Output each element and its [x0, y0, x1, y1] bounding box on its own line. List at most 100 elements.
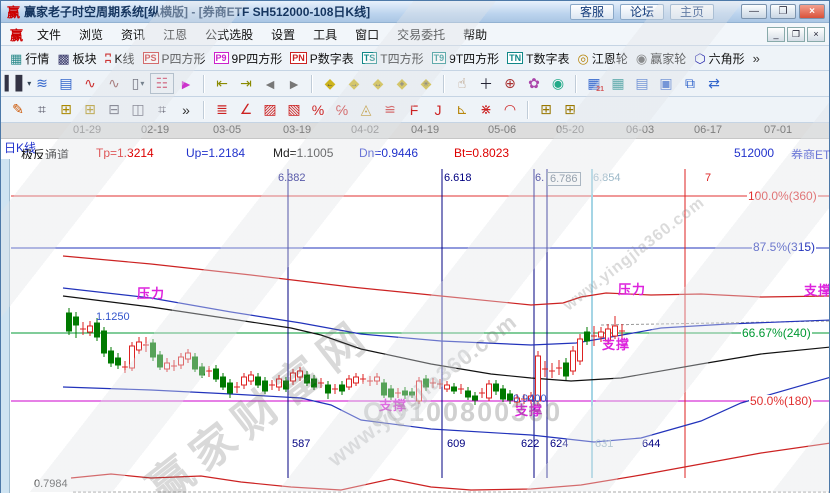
expand-right-diamond-button[interactable]: ◆→ [342, 73, 366, 94]
special-chart-button[interactable]: ☷ [150, 73, 174, 94]
gann-grid1-button[interactable]: ⌗ [30, 99, 54, 120]
f10-report-button[interactable]: ▤ [54, 73, 78, 94]
9t-square-button[interactable]: T99T四方形 [428, 48, 504, 69]
prev-period-button[interactable]: ◄ [258, 73, 282, 94]
9p-square-button[interactable]: P99P四方形 [210, 48, 287, 69]
menu-news[interactable]: 资讯 [112, 23, 154, 46]
switch-view-button[interactable]: ⇄ [702, 73, 726, 94]
wave-chart-button[interactable]: ≋ [30, 73, 54, 94]
fan-lines-button[interactable]: ∠ [234, 99, 258, 120]
j-angle-button[interactable]: J [426, 99, 450, 120]
gann-percent-label: 87.5%(315) [752, 241, 816, 253]
hexagon-button[interactable]: ⬡六角形 [690, 48, 748, 69]
crosshair-button[interactable]: ＋ [474, 73, 498, 94]
t-number-table-button[interactable]: TNT数字表 [503, 48, 573, 69]
mdi-restore-button[interactable]: ❐ [787, 27, 805, 42]
draw-pen-button[interactable]: ✎ [6, 99, 30, 120]
grid-a-button[interactable]: ⊞ [534, 99, 558, 120]
candle [269, 380, 275, 390]
channel-top-red [63, 256, 829, 305]
candle [263, 377, 268, 394]
indicator-row: 日K线 极反通道 Tp=1.3214Up=1.2184Md=1.1005Dn=0… [1, 139, 829, 159]
first-page-button[interactable]: ⇤ [210, 73, 234, 94]
winner-wheel-button[interactable]: ◉赢家轮 [632, 48, 690, 69]
data-list-button[interactable]: ▤ [630, 73, 654, 94]
p-number-table-button[interactable]: PNP数字表 [286, 48, 358, 69]
cascade-windows-button[interactable]: ⧉ [678, 73, 702, 94]
resistance-lines-button[interactable]: ≣ [210, 99, 234, 120]
toolbar3-more-button[interactable]: » [174, 99, 198, 120]
price-channel-button[interactable]: ≌ [378, 99, 402, 120]
menu-help[interactable]: 帮助 [454, 23, 496, 46]
gold-angle-button[interactable]: ⊾ [450, 99, 474, 120]
magnifier-button[interactable]: ⊕ [498, 73, 522, 94]
t-square-button[interactable]: TST四方形 [358, 48, 428, 69]
arc-lines-button[interactable]: ◠ [498, 99, 522, 120]
toolbar1-more-button[interactable]: » [749, 50, 764, 67]
gann-grid2-button[interactable]: ⊞ [54, 99, 78, 120]
menu-file[interactable]: 文件 [28, 23, 70, 46]
kline-chart-canvas[interactable]: 100.0%(360)87.5%(315)66.67%(240)50.0%(18… [1, 159, 829, 493]
candle [360, 374, 366, 384]
sectors-button[interactable]: ▩板块 [53, 48, 100, 69]
gann-grid4-button[interactable]: ⊟ [102, 99, 126, 120]
candle [571, 346, 576, 375]
zoom-reset-diamond-button[interactable]: ◆✳ [414, 73, 438, 94]
date-tick: 01-29 [73, 124, 101, 136]
last-page-button[interactable]: ⇥ [234, 73, 258, 94]
mdi-close-button[interactable]: × [807, 27, 825, 42]
percent2-lines-button[interactable]: ℅ [330, 99, 354, 120]
candle [171, 360, 177, 371]
minimize-button[interactable]: — [741, 4, 767, 19]
candle [298, 367, 303, 381]
percent-lines-button[interactable]: % [306, 99, 330, 120]
kline-button[interactable]: ʭK线 [101, 48, 139, 69]
flower-marker-button[interactable]: ✿ [522, 73, 546, 94]
drag-hand-button[interactable]: ☝ [450, 73, 474, 94]
symbol-code: 512000 [734, 146, 774, 160]
menu-browse[interactable]: 浏览 [70, 23, 112, 46]
trend-line-chart-button[interactable]: ∿ [78, 73, 102, 94]
grid-b-button[interactable]: ⊞ [558, 99, 582, 120]
p-square-button[interactable]: PSP四方形 [139, 48, 210, 69]
gann-grid3-button[interactable]: ⊞ [78, 99, 102, 120]
gann-wheel-button[interactable]: ◎江恩轮 [574, 48, 632, 69]
quotes-button[interactable]: ▦行情 [6, 48, 53, 69]
date-tick: 04-19 [411, 124, 439, 136]
price-label: 0.9400 [513, 393, 547, 405]
next-period-button[interactable]: ► [282, 73, 306, 94]
mdi-minimize-button[interactable]: _ [767, 27, 785, 42]
menu-formula-select[interactable]: 公式选股 [196, 23, 262, 46]
gann-box-button[interactable]: ▧ [282, 99, 306, 120]
gann-shade-button[interactable]: ▨ [258, 99, 282, 120]
indicator-value: Dn=0.9446 [359, 146, 418, 160]
close-button[interactable]: × [799, 4, 825, 19]
homepage-button[interactable]: 主页 [670, 4, 714, 20]
customer-service-button[interactable]: 客服 [570, 4, 614, 20]
menu-gann[interactable]: 江恩 [154, 23, 196, 46]
speed-lines-button[interactable]: ⋇ [474, 99, 498, 120]
trend-line-chart2-button[interactable]: ∿ [102, 73, 126, 94]
expand-both-diamond-button[interactable]: ◆↔ [366, 73, 390, 94]
kline-style-button[interactable]: ▍▋▾ [6, 73, 30, 94]
restore-button[interactable]: ❐ [770, 4, 796, 19]
calculator-button[interactable]: ▦ [606, 73, 630, 94]
golden-section-button[interactable]: ◬ [354, 99, 378, 120]
colored-arrows-button[interactable]: ► [174, 73, 198, 94]
zoom-in-diamond-button[interactable]: ◆+ [390, 73, 414, 94]
toolbar-drawing: ✎⌗⊞⊞⊟◫⌗»≣∠▨▧%℅◬≌FJ⊾⋇◠⊞⊞ [1, 97, 829, 123]
menu-trade[interactable]: 交易委托 [388, 23, 454, 46]
knot-marker-button[interactable]: ◉ [546, 73, 570, 94]
calendar-button[interactable]: ▦21 [582, 73, 606, 94]
gann-grid5-button[interactable]: ◫ [126, 99, 150, 120]
menu-tools[interactable]: 工具 [304, 23, 346, 46]
f-angle-button[interactable]: F [402, 99, 426, 120]
monitor-button[interactable]: ▣ [654, 73, 678, 94]
bar-style-button[interactable]: ▯▾ [126, 73, 150, 94]
9p-square-button-label: 9P四方形 [232, 50, 283, 67]
menu-settings[interactable]: 设置 [262, 23, 304, 46]
menu-window[interactable]: 窗口 [346, 23, 388, 46]
gann-grid6-button[interactable]: ⌗ [150, 99, 174, 120]
forum-button[interactable]: 论坛 [620, 4, 664, 20]
compress-left-diamond-button[interactable]: ◆← [318, 73, 342, 94]
